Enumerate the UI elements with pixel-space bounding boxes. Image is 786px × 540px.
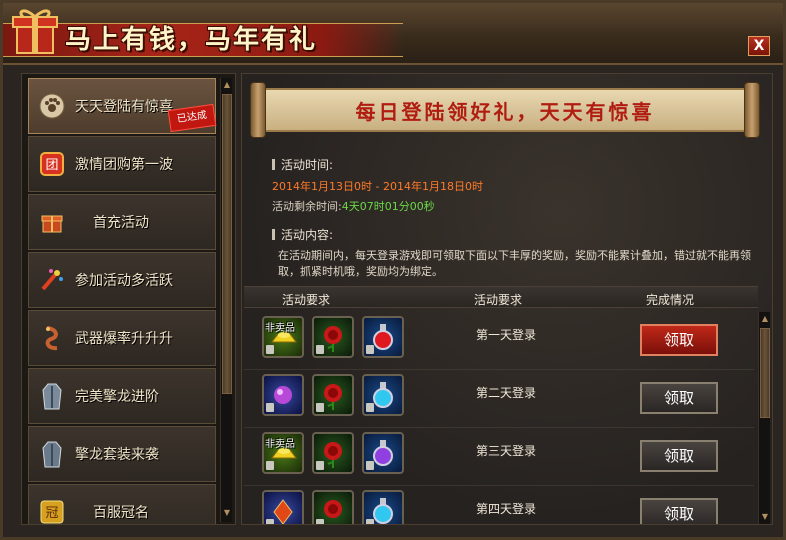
sidebar-item-label: 天天登陆有惊喜	[75, 99, 173, 115]
bound-lock-icon	[266, 345, 274, 354]
gold-ingot-icon[interactable]: 非卖品	[262, 316, 304, 358]
achieved-stamp: 已达成	[167, 103, 217, 133]
heading-marker	[272, 229, 275, 240]
content-heading-text: 活动内容:	[281, 228, 334, 242]
gift-box-icon	[37, 207, 67, 237]
rose-icon[interactable]	[312, 490, 354, 524]
claim-button[interactable]: 领取	[640, 498, 718, 524]
close-button[interactable]: X	[748, 36, 770, 56]
sidebar-item-label: 擎龙套装来袭	[75, 447, 159, 463]
time-range: 2014年1月13日0时 - 2014年1月18日0时	[272, 180, 483, 193]
purple-orb-icon[interactable]	[262, 374, 304, 416]
remaining-time: 活动剩余时间:4天07时01分00秒	[272, 198, 435, 214]
bound-lock-icon	[366, 403, 374, 412]
not-for-sale-tag: 非卖品	[265, 323, 295, 334]
bound-lock-icon	[316, 403, 324, 412]
remaining-value: 4天07时01分00秒	[341, 200, 435, 213]
bound-lock-icon	[366, 461, 374, 470]
sidebar-item-label: 激情团购第一波	[75, 157, 173, 173]
activity-detail-panel: 每日登陆领好礼，天天有惊喜 活动时间: 2014年1月13日0时 - 2014年…	[241, 73, 773, 525]
sidebar-item-dragon-advance[interactable]: 完美擎龙进阶	[28, 368, 216, 424]
claim-button[interactable]: 领取	[640, 382, 718, 414]
robe-icon	[37, 381, 67, 411]
sidebar-item-label: 参加活动多活跃	[75, 273, 173, 289]
claim-button[interactable]: 领取	[640, 440, 718, 472]
time-heading-text: 活动时间:	[281, 158, 334, 172]
bound-lock-icon	[266, 519, 274, 524]
reward-row: 非卖品 第一天登录 领取	[244, 312, 754, 370]
scroll-down-icon[interactable]: ▼	[222, 508, 232, 518]
robe-icon	[37, 439, 67, 469]
window-title: 马上有钱，马年有礼	[65, 25, 318, 55]
bound-lock-icon	[266, 403, 274, 412]
paw-icon	[37, 91, 67, 121]
reward-table-header: 活动要求 活动要求 完成情况	[244, 286, 758, 308]
reward-row: 第二天登录 领取	[244, 370, 754, 428]
sidebar-item-server-naming[interactable]: 冠 百服冠名	[28, 484, 216, 524]
red-potion-icon[interactable]	[362, 316, 404, 358]
heading-marker	[272, 159, 275, 170]
sidebar-item-daily-login[interactable]: 天天登陆有惊喜 已达成	[28, 78, 217, 134]
scroll-up-icon[interactable]: ▲	[760, 314, 770, 324]
title-banner: 马上有钱，马年有礼 X	[3, 3, 783, 65]
gift-icon	[12, 9, 58, 54]
sidebar-item-dragon-set[interactable]: 擎龙套装来袭	[28, 426, 216, 482]
rose-icon[interactable]	[312, 432, 354, 474]
sidebar-item-activity[interactable]: 参加活动多活跃	[28, 252, 216, 308]
rose-icon[interactable]	[312, 374, 354, 416]
activity-sidebar: 天天登陆有惊喜 已达成 团 激情团购第一波 首充活动 参加活动多活跃 武器爆率升…	[21, 73, 236, 525]
svg-text:冠: 冠	[45, 506, 58, 521]
column-header: 活动要求	[474, 293, 523, 307]
reward-row: 非卖品 第三天登录 领取	[244, 428, 754, 486]
scroll-thumb[interactable]	[222, 94, 232, 394]
crown-icon: 冠	[37, 497, 67, 524]
content-description: 在活动期间内，每天登录游戏即可领取下面以下丰厚的奖励，奖励不能累计叠加，错过就不…	[278, 249, 751, 278]
sidebar-item-weapon-drop[interactable]: 武器爆率升升升	[28, 310, 216, 366]
bound-lock-icon	[316, 519, 324, 524]
firework-icon	[37, 265, 67, 295]
scroll-thumb[interactable]	[760, 328, 770, 418]
bound-lock-icon	[266, 461, 274, 470]
sidebar-item-label: 百服冠名	[93, 505, 149, 521]
content-heading: 活动内容:	[272, 226, 333, 243]
gold-ingot-icon[interactable]: 非卖品	[262, 432, 304, 474]
svg-text:团: 团	[45, 158, 58, 173]
sidebar-item-label: 首充活动	[93, 215, 149, 231]
rose-icon[interactable]	[312, 316, 354, 358]
bound-lock-icon	[316, 345, 324, 354]
day-requirement: 第二天登录	[476, 386, 537, 400]
event-window: 马上有钱，马年有礼 X 天天登陆有惊喜 已达成 团 激情团购第一波 首充活动 参…	[0, 0, 786, 540]
scroll-up-icon[interactable]: ▲	[222, 80, 232, 90]
red-crystal-icon[interactable]	[262, 490, 304, 524]
reward-list-scrollbar[interactable]: ▲ ▼	[758, 312, 770, 524]
sidebar-item-group-buy[interactable]: 团 激情团购第一波	[28, 136, 216, 192]
sidebar-item-label: 完美擎龙进阶	[75, 389, 159, 405]
column-header: 活动要求	[282, 293, 331, 307]
blue-potion-icon[interactable]	[362, 490, 404, 524]
claim-button[interactable]: 领取	[640, 324, 718, 356]
day-requirement: 第一天登录	[476, 328, 537, 342]
dragon-icon	[37, 323, 67, 353]
bound-lock-icon	[366, 519, 374, 524]
reward-row: 第四天登录 领取	[244, 486, 754, 524]
bound-lock-icon	[366, 345, 374, 354]
purple-potion-icon[interactable]	[362, 432, 404, 474]
group-buy-icon: 团	[37, 149, 67, 179]
scroll-banner: 每日登陆领好礼，天天有惊喜	[250, 82, 760, 138]
scroll-down-icon[interactable]: ▼	[760, 512, 770, 522]
sidebar-item-label: 武器爆率升升升	[75, 331, 173, 347]
sidebar-scrollbar[interactable]: ▲ ▼	[220, 78, 232, 522]
banner-heading: 每日登陆领好礼，天天有惊喜	[355, 100, 655, 124]
bound-lock-icon	[316, 461, 324, 470]
column-header: 完成情况	[646, 293, 695, 307]
not-for-sale-tag: 非卖品	[265, 439, 295, 450]
sidebar-item-first-charge[interactable]: 首充活动	[28, 194, 216, 250]
day-requirement: 第四天登录	[476, 502, 537, 516]
remaining-label: 活动剩余时间:	[272, 200, 342, 213]
day-requirement: 第三天登录	[476, 444, 537, 458]
blue-potion-icon[interactable]	[362, 374, 404, 416]
time-heading: 活动时间:	[272, 156, 333, 173]
